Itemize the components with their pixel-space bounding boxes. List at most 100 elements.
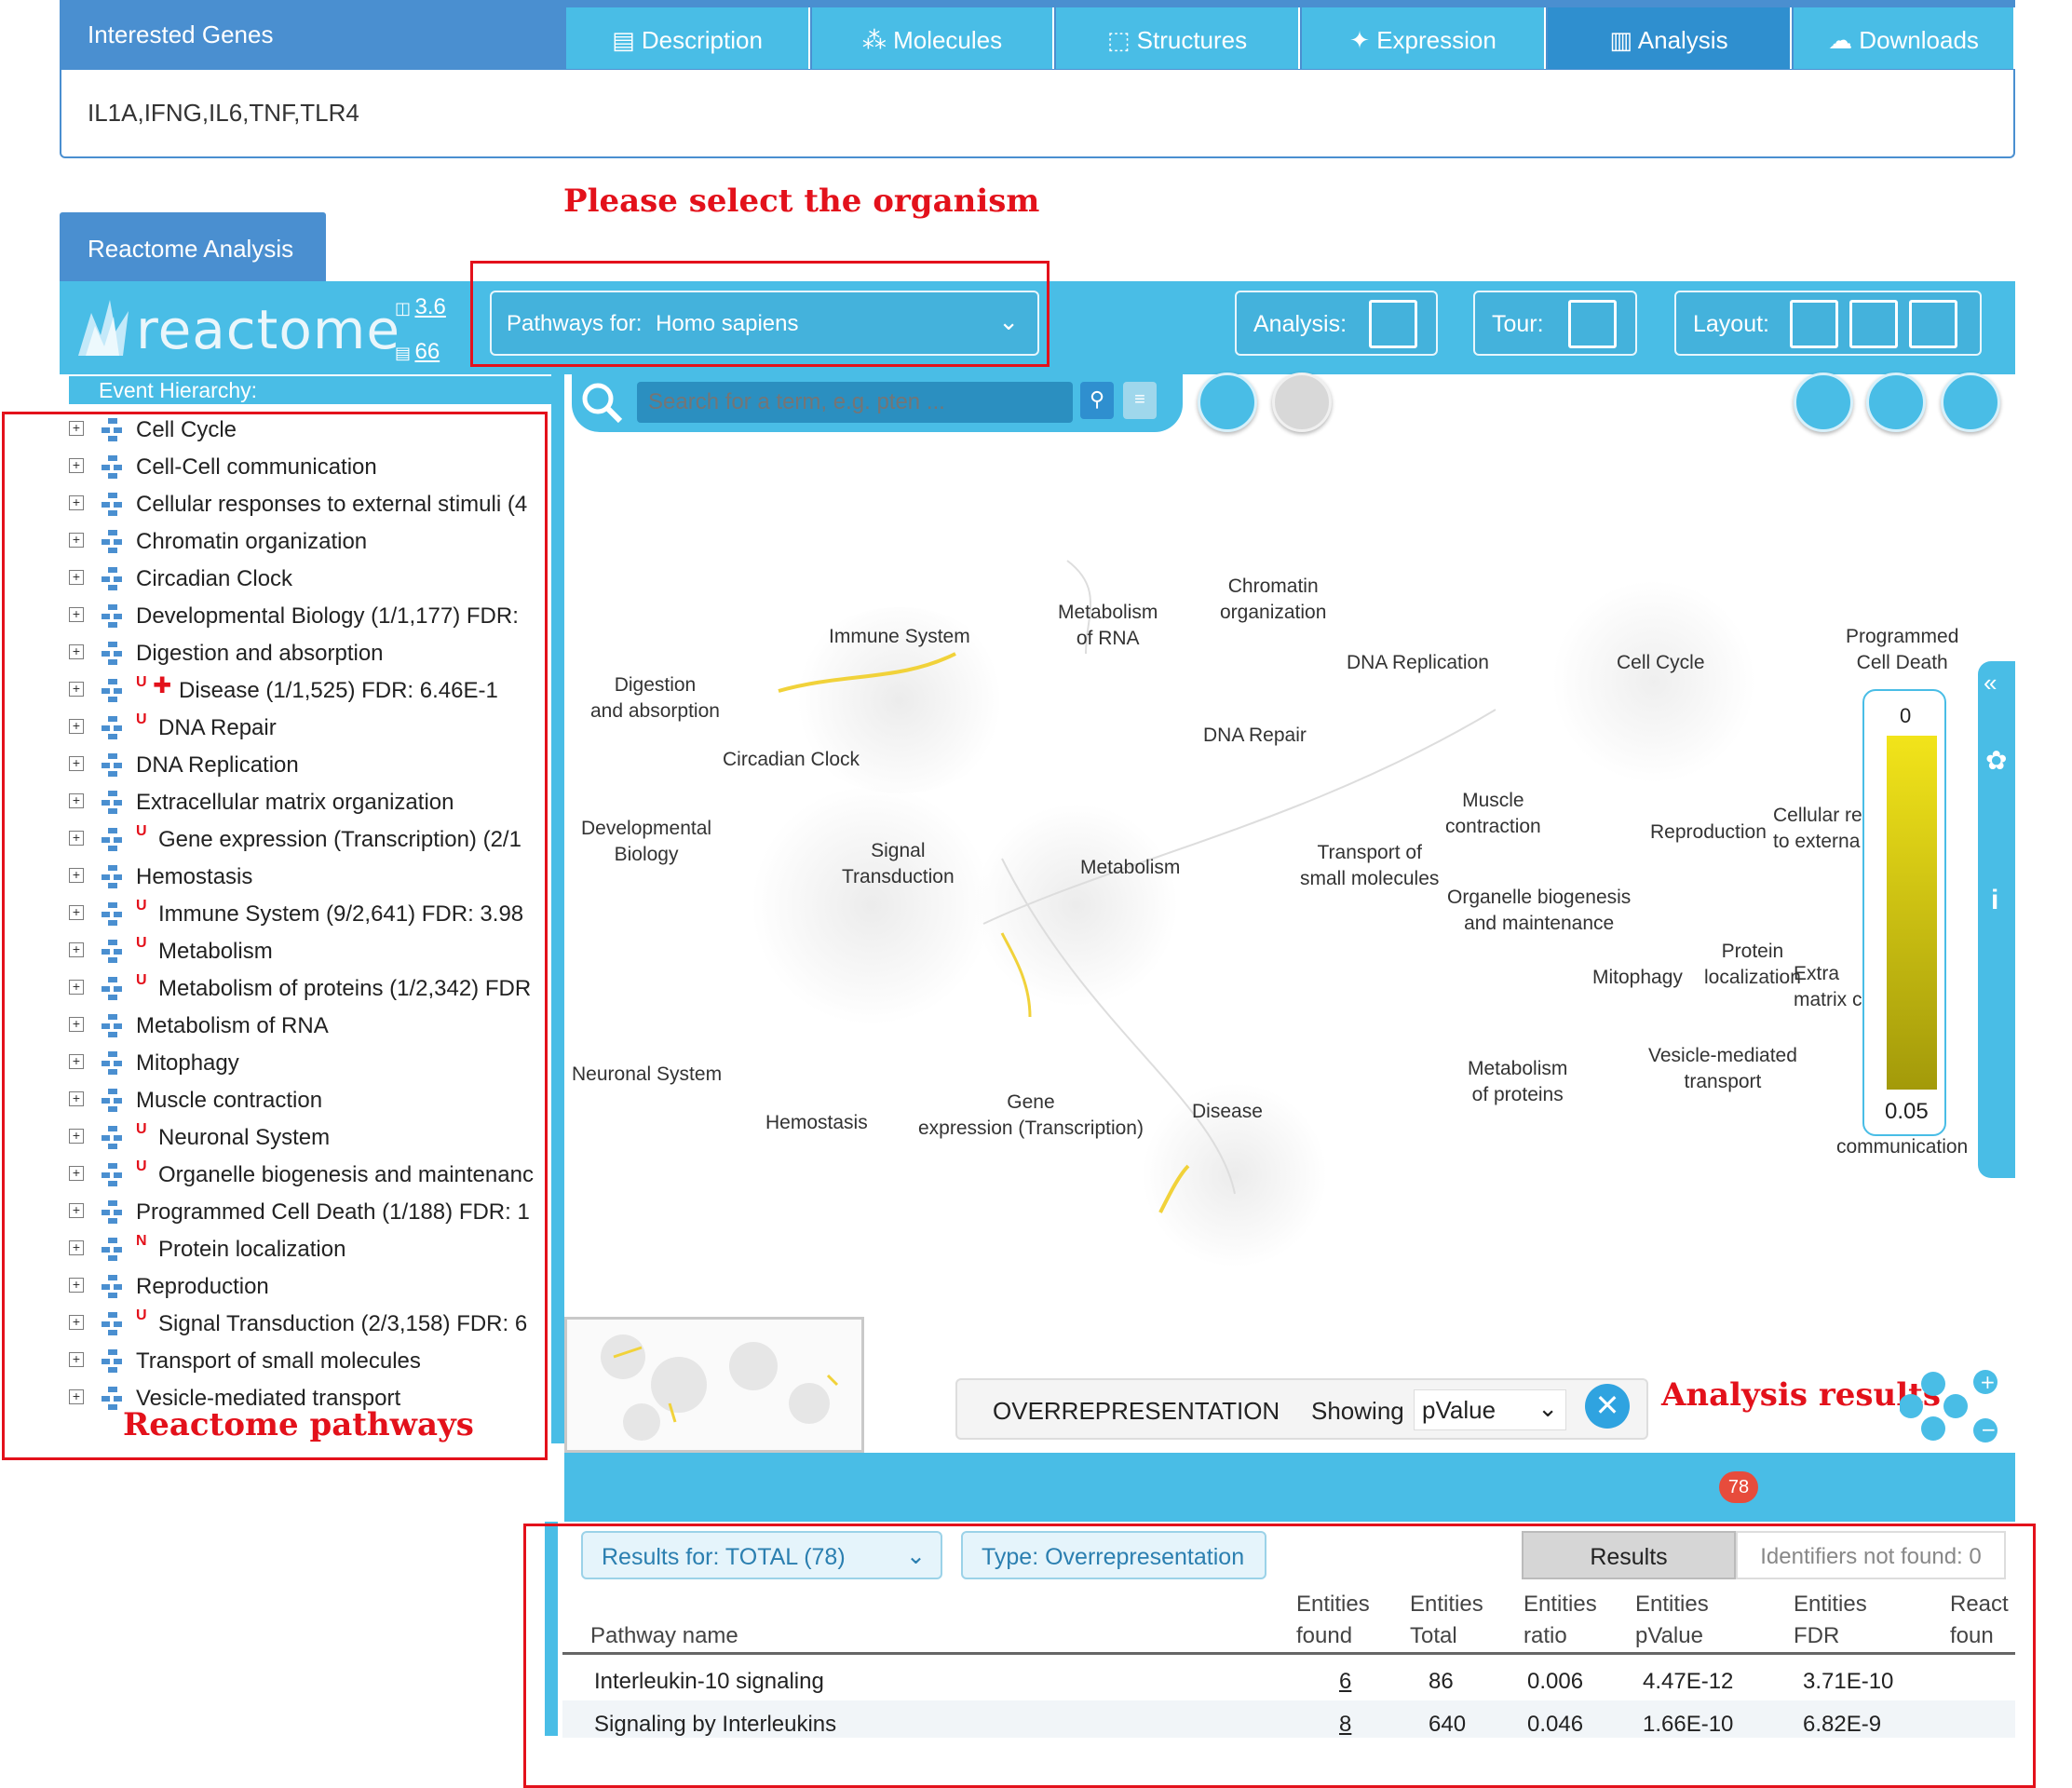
hierarchy-item[interactable]: + Circadian Clock xyxy=(69,562,546,600)
map-label-metabolism-proteins[interactable]: Metabolism of proteins xyxy=(1468,1056,1567,1108)
layout-bottom-icon[interactable] xyxy=(1849,300,1898,348)
analysis-type-button[interactable]: Type: Overrepresentation xyxy=(961,1531,1266,1579)
hierarchy-item[interactable]: + Hemostasis xyxy=(69,860,546,898)
map-label-disease[interactable]: Disease xyxy=(1192,1099,1263,1125)
tour-button[interactable]: Tour: xyxy=(1473,291,1637,356)
close-analysis-icon[interactable]: ✕ xyxy=(1585,1384,1630,1429)
navigation-pad[interactable]: + − xyxy=(1900,1363,2015,1453)
hierarchy-item[interactable]: + Metabolism of RNA xyxy=(69,1009,546,1047)
hierarchy-item[interactable]: + Muscle contraction xyxy=(69,1084,546,1121)
search-icon[interactable] xyxy=(579,380,626,427)
hierarchy-item[interactable]: + Extracellular matrix organization xyxy=(69,786,546,823)
map-label-communication[interactable]: communication xyxy=(1836,1134,1968,1160)
map-label-muscle-contraction[interactable]: Muscle contraction xyxy=(1445,788,1541,840)
map-label-reproduction[interactable]: Reproduction xyxy=(1650,820,1767,846)
map-label-transport[interactable]: Transport of small molecules xyxy=(1300,840,1439,892)
map-label-neuronal-system[interactable]: Neuronal System xyxy=(572,1062,722,1088)
expand-icon[interactable]: + xyxy=(69,719,84,734)
hierarchy-item[interactable]: + U DNA Repair xyxy=(69,711,546,749)
map-label-cell-cycle[interactable]: Cell Cycle xyxy=(1617,650,1705,676)
tab-description[interactable]: ▤ Description xyxy=(566,7,810,69)
expand-icon[interactable]: + xyxy=(69,1315,84,1330)
tab-downloads[interactable]: ☁ Downloads xyxy=(1794,7,2015,69)
map-label-organelle[interactable]: Organelle biogenesis and maintenance xyxy=(1447,885,1631,937)
expand-icon[interactable]: + xyxy=(69,570,84,585)
map-label-mitophagy[interactable]: Mitophagy xyxy=(1592,965,1683,991)
expand-icon[interactable]: + xyxy=(69,831,84,846)
tab-structures[interactable]: ⬚ Structures xyxy=(1056,7,1300,69)
hierarchy-item[interactable]: + U Metabolism of proteins (1/2,342) FDR xyxy=(69,972,546,1009)
map-label-programmed-cell-death[interactable]: Programmed Cell Death xyxy=(1846,624,1958,676)
hierarchy-item[interactable]: + U Gene expression (Transcription) (2/1 xyxy=(69,823,546,860)
hierarchy-item[interactable]: + N Protein localization xyxy=(69,1233,546,1270)
image-export-icon[interactable] xyxy=(1794,372,1853,432)
species-select[interactable]: Pathways for: Homo sapiens ⌄ xyxy=(490,291,1039,356)
hierarchy-item[interactable]: + U Neuronal System xyxy=(69,1121,546,1158)
hierarchy-item[interactable]: + U Immune System (9/2,641) FDR: 3.98 xyxy=(69,898,546,935)
tab-expression[interactable]: ✦ Expression xyxy=(1302,7,1546,69)
version-link-1[interactable]: 3.6 xyxy=(414,294,445,319)
hierarchy-item[interactable]: + DNA Replication xyxy=(69,749,546,786)
version-1[interactable]: ◫ 3.6 xyxy=(395,294,446,320)
expand-icon[interactable]: + xyxy=(69,1091,84,1106)
column-header[interactable]: pValue xyxy=(1635,1620,1703,1652)
expand-icon[interactable]: + xyxy=(69,756,84,771)
map-label-extracellular[interactable]: Extra matrix c xyxy=(1794,961,1862,1013)
fit-view-icon[interactable] xyxy=(1198,372,1257,432)
reactome-analysis-tab[interactable]: Reactome Analysis xyxy=(60,212,326,281)
expand-icon[interactable]: + xyxy=(69,533,84,548)
map-label-dna-repair[interactable]: DNA Repair xyxy=(1203,723,1307,749)
side-panel-tab[interactable]: « ✿ i xyxy=(1978,661,2015,1178)
layout-right-icon[interactable] xyxy=(1909,300,1957,348)
hierarchy-item[interactable]: + Transport of small molecules xyxy=(69,1345,546,1382)
column-header[interactable]: found xyxy=(1296,1620,1352,1652)
search-options-icon[interactable]: ≡ xyxy=(1123,382,1157,419)
illustration-icon[interactable] xyxy=(1941,372,2000,432)
column-header[interactable]: ratio xyxy=(1524,1620,1567,1652)
hierarchy-item[interactable]: + U Organelle biogenesis and maintenanc xyxy=(69,1158,546,1196)
hierarchy-item[interactable]: + Mitophagy xyxy=(69,1047,546,1084)
results-for-select[interactable]: Results for: TOTAL (78) ⌄ xyxy=(581,1531,942,1579)
expand-icon[interactable]: + xyxy=(69,495,84,510)
analysis-button[interactable]: Analysis: xyxy=(1235,291,1438,356)
map-label-protein-localization[interactable]: Protein localization xyxy=(1704,939,1801,991)
collapse-chevron-icon[interactable]: « xyxy=(1984,669,1997,698)
expand-icon[interactable]: + xyxy=(69,458,84,473)
expand-icon[interactable]: + xyxy=(69,1352,84,1367)
map-label-dna-replication[interactable]: DNA Replication xyxy=(1347,650,1489,676)
version-link-2[interactable]: 66 xyxy=(414,339,440,364)
expand-icon[interactable]: + xyxy=(69,1166,84,1181)
identifiers-not-found-tab[interactable]: Identifiers not found: 0 xyxy=(1736,1531,2006,1579)
map-label-cellular-responses[interactable]: Cellular re to externa xyxy=(1773,803,1862,855)
version-2[interactable]: ▤ 66 xyxy=(395,339,440,365)
map-label-circadian-clock[interactable]: Circadian Clock xyxy=(723,747,860,773)
expand-icon[interactable]: + xyxy=(69,1389,84,1404)
column-header[interactable]: foun xyxy=(1950,1620,1994,1652)
map-label-metabolism[interactable]: Metabolism xyxy=(1080,855,1180,881)
expand-icon[interactable]: + xyxy=(69,905,84,920)
expand-icon[interactable]: + xyxy=(69,1054,84,1069)
expand-icon[interactable]: + xyxy=(69,1203,84,1218)
palette-icon[interactable]: ✿ xyxy=(1985,745,2007,776)
column-header[interactable]: React xyxy=(1950,1589,2009,1620)
hierarchy-item[interactable]: + U Signal Transduction (2/3,158) FDR: 6 xyxy=(69,1307,546,1345)
map-label-developmental-biology[interactable]: Developmental Biology xyxy=(581,816,711,868)
table-cell-name[interactable]: Interleukin-10 signaling xyxy=(594,1669,824,1695)
table-cell-name[interactable]: Signaling by Interleukins xyxy=(594,1712,836,1738)
column-header[interactable]: Total xyxy=(1410,1620,1457,1652)
hierarchy-item[interactable]: + Digestion and absorption xyxy=(69,637,546,674)
table-cell-found[interactable]: 8 xyxy=(1339,1712,1351,1738)
column-header[interactable]: FDR xyxy=(1794,1620,1839,1652)
column-header[interactable]: Entities xyxy=(1524,1589,1597,1620)
column-header[interactable]: Entities xyxy=(1635,1589,1709,1620)
expand-icon[interactable]: + xyxy=(69,793,84,808)
map-label-digestion[interactable]: Digestion and absorption xyxy=(590,672,720,725)
showing-select[interactable]: pValue ⌄ xyxy=(1414,1389,1566,1430)
expand-icon[interactable]: + xyxy=(69,1017,84,1032)
column-header[interactable]: Entities xyxy=(1794,1589,1867,1620)
download-icon[interactable] xyxy=(1866,372,1926,432)
table-cell-found[interactable]: 6 xyxy=(1339,1669,1351,1695)
map-label-gene-expression[interactable]: Gene expression (Transcription) xyxy=(918,1090,1144,1142)
hierarchy-item[interactable]: + Chromatin organization xyxy=(69,525,546,562)
hierarchy-item[interactable]: + Cell-Cell communication xyxy=(69,451,546,488)
